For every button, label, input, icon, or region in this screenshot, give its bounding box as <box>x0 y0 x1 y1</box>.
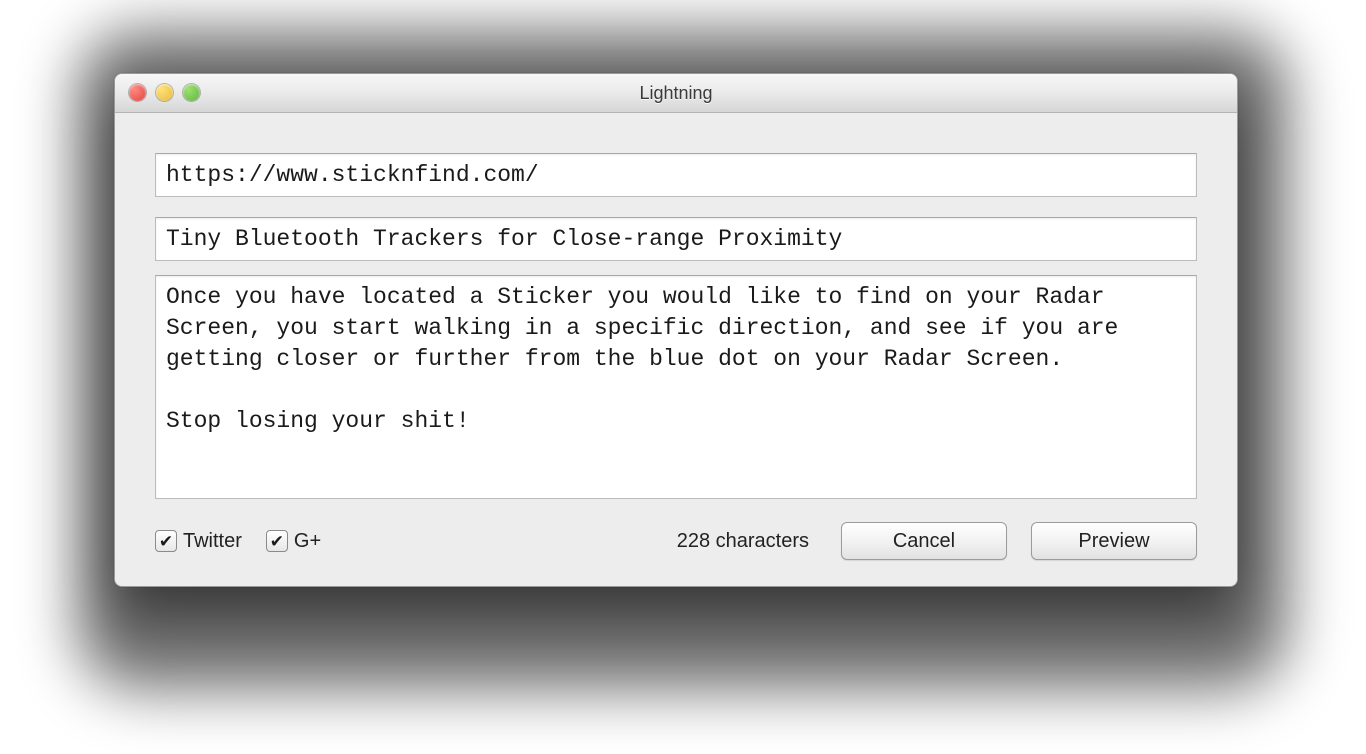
title-field[interactable] <box>155 217 1197 261</box>
zoom-icon[interactable] <box>183 84 200 101</box>
gplus-label: G+ <box>294 530 321 553</box>
close-icon[interactable] <box>129 84 146 101</box>
preview-button-label: Preview <box>1078 530 1149 553</box>
twitter-label: Twitter <box>183 530 242 553</box>
gplus-checkbox[interactable]: ✔ <box>266 530 288 552</box>
window-title: Lightning <box>639 83 712 104</box>
footer-bar: ✔ Twitter ✔ G+ 228 characters Cancel Pre… <box>155 522 1197 560</box>
window-controls <box>129 84 200 101</box>
window-titlebar[interactable]: Lightning <box>115 74 1237 113</box>
cancel-button[interactable]: Cancel <box>841 522 1007 560</box>
twitter-checkbox-group[interactable]: ✔ Twitter <box>155 530 242 553</box>
preview-button[interactable]: Preview <box>1031 522 1197 560</box>
twitter-checkbox[interactable]: ✔ <box>155 530 177 552</box>
minimize-icon[interactable] <box>156 84 173 101</box>
window-body: ✔ Twitter ✔ G+ 228 characters Cancel Pre… <box>115 113 1237 586</box>
character-count: 228 characters <box>677 530 809 553</box>
body-textarea[interactable] <box>155 275 1197 499</box>
url-field[interactable] <box>155 153 1197 197</box>
gplus-checkbox-group[interactable]: ✔ G+ <box>266 530 321 553</box>
app-window: Lightning ✔ Twitter ✔ G+ 228 characters … <box>114 73 1238 587</box>
cancel-button-label: Cancel <box>893 530 955 553</box>
